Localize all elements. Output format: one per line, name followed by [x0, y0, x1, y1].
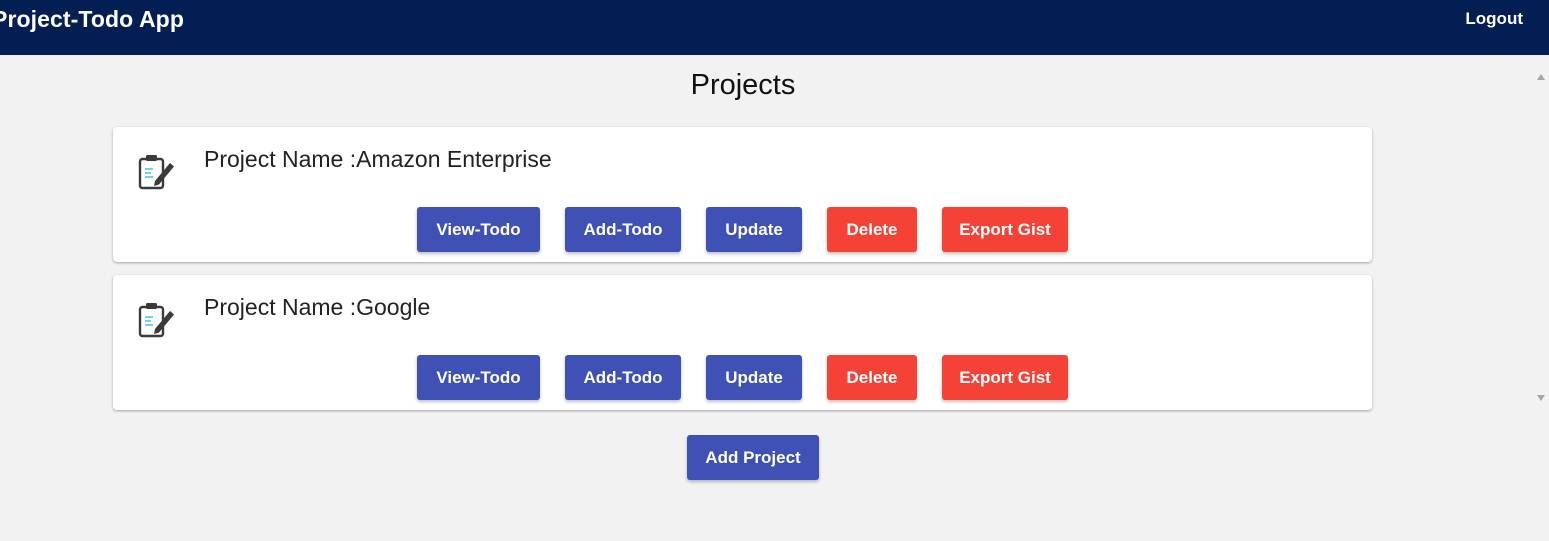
- add-todo-button[interactable]: Add-Todo: [565, 207, 681, 252]
- add-project-button[interactable]: Add Project: [687, 435, 819, 480]
- scroll-down-arrow-icon[interactable]: [1537, 395, 1545, 401]
- add-todo-button[interactable]: Add-Todo: [565, 355, 681, 400]
- project-name: Project Name :Google: [204, 294, 431, 320]
- view-todo-button[interactable]: View-Todo: [417, 355, 540, 400]
- app-title: Project-Todo App: [0, 6, 184, 32]
- delete-button[interactable]: Delete: [827, 207, 917, 252]
- clipboard-edit-icon: [138, 155, 174, 190]
- delete-button[interactable]: Delete: [827, 355, 917, 400]
- logout-link[interactable]: Logout: [1465, 9, 1523, 29]
- update-button[interactable]: Update: [706, 355, 802, 400]
- scroll-up-arrow-icon[interactable]: [1537, 74, 1545, 80]
- clipboard-edit-icon: [138, 303, 174, 338]
- page-title: Projects: [690, 69, 796, 101]
- update-button[interactable]: Update: [706, 207, 802, 252]
- export-gist-button[interactable]: Export Gist: [942, 355, 1068, 400]
- export-gist-button[interactable]: Export Gist: [942, 207, 1068, 252]
- project-name: Project Name :Amazon Enterprise: [204, 146, 552, 172]
- top-navbar: Project-Todo App Logout: [0, 0, 1549, 55]
- view-todo-button[interactable]: View-Todo: [417, 207, 540, 252]
- project-card: Project Name :Amazon Enterprise View-Tod…: [113, 127, 1372, 262]
- project-card: Project Name :Google View-Todo Add-Todo …: [113, 275, 1372, 410]
